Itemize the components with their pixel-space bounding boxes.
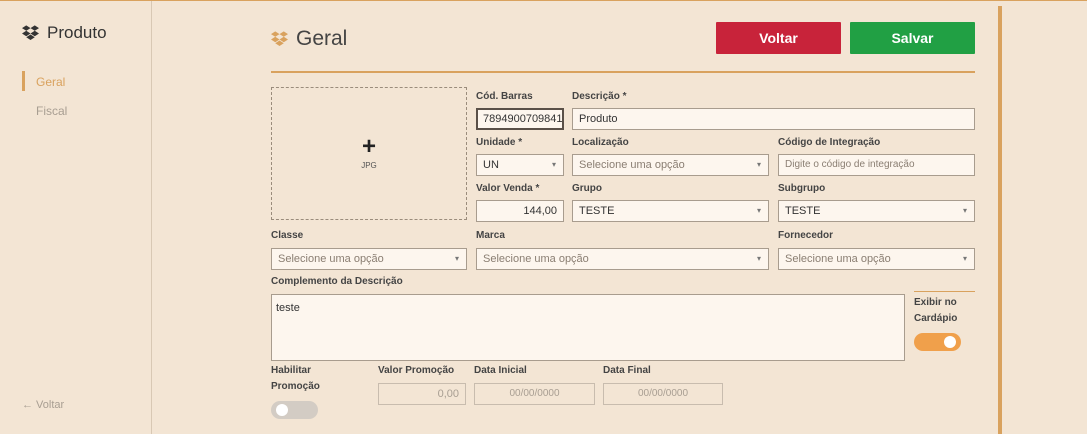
barcode-input[interactable]: 7894900709841	[476, 108, 564, 130]
brand-select[interactable]: Selecione uma opção ▾	[476, 248, 769, 270]
description-input[interactable]: Produto	[572, 108, 975, 130]
brand-select-placeholder: Selecione uma opção	[483, 253, 589, 265]
sidebar: Produto Geral Fiscal ← Voltar	[0, 1, 152, 434]
enable-promo-toggle[interactable]	[271, 401, 318, 419]
supplier-select[interactable]: Selecione uma opção ▾	[778, 248, 975, 270]
enable-promo-label-line1: Habilitar	[271, 365, 312, 376]
plus-icon: +	[361, 133, 376, 160]
toggle-knob	[276, 404, 288, 416]
unit-label: Unidade *	[476, 137, 523, 148]
location-select[interactable]: Selecione uma opção ▾	[572, 154, 769, 176]
unit-select-value: UN	[483, 159, 499, 171]
chevron-down-icon: ▾	[756, 160, 761, 169]
sidebar-item-geral[interactable]: Geral	[22, 71, 65, 91]
location-select-placeholder: Selecione uma opção	[579, 159, 685, 171]
back-link[interactable]: ← Voltar	[22, 399, 64, 411]
right-border	[998, 6, 1002, 434]
chevron-down-icon: ▾	[962, 206, 967, 215]
price-input[interactable]: 144,00	[476, 200, 564, 222]
complement-label: Complemento da Descrição	[271, 276, 403, 287]
group-label: Grupo	[572, 183, 602, 194]
chevron-down-icon: ▾	[756, 254, 761, 263]
show-menu-toggle[interactable]	[914, 333, 961, 351]
integration-code-input[interactable]: Digite o código de integração	[778, 154, 975, 176]
integration-code-label: Código de Integração	[778, 137, 881, 148]
show-menu-label-line1: Exibir no	[914, 297, 957, 308]
page-title: Geral	[271, 27, 347, 51]
brand-label: Marca	[476, 230, 505, 241]
show-menu-label-line2: Cardápio	[914, 313, 958, 324]
price-label: Valor Venda *	[476, 183, 540, 194]
end-date-input[interactable]: 00/00/0000	[603, 383, 723, 405]
group-select-value: TESTE	[579, 205, 615, 217]
end-date-label: Data Final	[603, 365, 651, 376]
chevron-down-icon: ▾	[454, 254, 459, 263]
promo-price-label: Valor Promoção	[378, 365, 455, 376]
class-select-placeholder: Selecione uma opção	[278, 253, 384, 265]
class-select[interactable]: Selecione uma opção ▾	[271, 248, 467, 270]
sidebar-title: Produto	[22, 23, 107, 43]
subgroup-select-value: TESTE	[785, 205, 821, 217]
dropbox-icon	[271, 31, 288, 46]
image-upload-area[interactable]: + JPG	[271, 87, 467, 220]
start-date-label: Data Inicial	[474, 365, 527, 376]
sidebar-title-label: Produto	[47, 23, 107, 42]
supplier-label: Fornecedor	[778, 230, 834, 241]
barcode-label: Cód. Barras	[476, 91, 533, 102]
header-divider	[271, 71, 975, 73]
unit-select[interactable]: UN ▾	[476, 154, 564, 176]
promo-price-input[interactable]: 0,00	[378, 383, 466, 405]
chevron-down-icon: ▾	[756, 206, 761, 215]
sidebar-item-fiscal[interactable]: Fiscal	[22, 102, 67, 120]
subgroup-label: Subgrupo	[778, 183, 826, 194]
toggle-knob	[944, 336, 956, 348]
image-format-label: JPG	[361, 161, 377, 170]
dropbox-icon	[22, 25, 39, 40]
description-label: Descrição *	[572, 91, 627, 102]
class-label: Classe	[271, 230, 304, 241]
subgroup-select[interactable]: TESTE ▾	[778, 200, 975, 222]
page-title-label: Geral	[296, 27, 348, 50]
group-select[interactable]: TESTE ▾	[572, 200, 769, 222]
start-date-input[interactable]: 00/00/0000	[474, 383, 595, 405]
chevron-down-icon: ▾	[551, 160, 556, 169]
supplier-select-placeholder: Selecione uma opção	[785, 253, 891, 265]
show-menu-divider	[914, 291, 975, 292]
location-label: Localização	[572, 137, 629, 148]
chevron-down-icon: ▾	[962, 254, 967, 263]
enable-promo-label-line2: Promoção	[271, 381, 320, 392]
save-button[interactable]: Salvar	[850, 22, 975, 54]
complement-textarea[interactable]: teste	[271, 294, 905, 361]
back-button[interactable]: Voltar	[716, 22, 841, 54]
